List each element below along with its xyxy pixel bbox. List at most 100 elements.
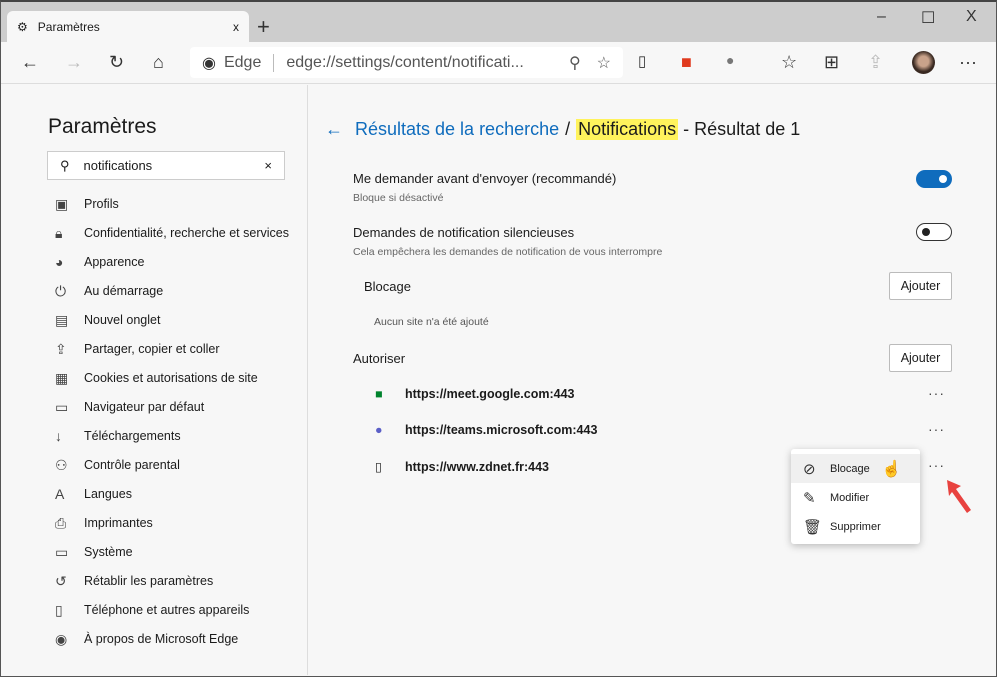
- pencil-icon: ✎: [803, 489, 816, 507]
- highlighted-term: Notifications: [576, 119, 679, 140]
- system-icon: ▭: [55, 544, 69, 560]
- collections-icon[interactable]: ⊞: [824, 52, 839, 73]
- share-icon[interactable]: ⇪: [868, 52, 883, 73]
- result-count: - Résultat de 1: [683, 119, 801, 139]
- back-arrow-icon[interactable]: ←: [325, 119, 343, 140]
- add-block-button[interactable]: Ajouter: [889, 272, 952, 300]
- sidebar-item[interactable]: ◕ Apparence: [55, 253, 295, 271]
- office-icon[interactable]: ■: [681, 52, 692, 73]
- back-icon[interactable]: ←: [21, 52, 39, 73]
- more-actions-button[interactable]: ···: [928, 421, 945, 437]
- address-bar[interactable]: ◉ Edge edge://settings/content/notificat…: [190, 47, 623, 78]
- refresh-icon[interactable]: ↻: [109, 52, 124, 73]
- sidebar-item-label: Langues: [84, 487, 132, 501]
- site-row: ▯ https://www.zdnet.fr:443: [375, 459, 549, 475]
- extension-icon[interactable]: ▯: [638, 52, 646, 70]
- more-actions-button[interactable]: ···: [928, 385, 945, 401]
- sidebar-item[interactable]: 🔒︎ Confidentialité, recherche et services: [55, 224, 295, 242]
- block-empty-text: Aucun site n'a été ajouté: [374, 316, 489, 328]
- sidebar-item[interactable]: ▭ Système: [55, 543, 295, 561]
- sidebar-item[interactable]: ⇪ Partager, copier et coller: [55, 340, 295, 358]
- lock-icon: 🔒︎: [55, 225, 63, 241]
- site-row: ■ https://meet.google.com:443: [375, 387, 574, 401]
- home-icon[interactable]: ⌂: [153, 52, 164, 73]
- file-icon: ▯: [375, 460, 382, 474]
- allow-heading: Autoriser: [353, 351, 406, 366]
- menu-label: Modifier: [830, 491, 870, 504]
- teams-icon: ●: [375, 423, 383, 437]
- sidebar-item[interactable]: ▯ Téléphone et autres appareils: [55, 601, 295, 619]
- reset-icon: ↺: [55, 573, 67, 589]
- new-tab-icon: ▤: [55, 312, 69, 328]
- sidebar-item[interactable]: ▣ Profils: [55, 195, 295, 213]
- sidebar-title: Paramètres: [48, 115, 157, 138]
- search-input[interactable]: ⚲ notifications ×: [47, 151, 285, 180]
- menu-item-delete[interactable]: 🗑︎ Supprimer: [791, 512, 920, 541]
- power-icon: ⏻: [55, 283, 67, 299]
- quiet-label: Demandes de notification silencieuses: [353, 225, 575, 240]
- sidebar-item[interactable]: ↺ Rétablir les paramètres: [55, 572, 295, 590]
- sidebar-item-label: Navigateur par défaut: [84, 400, 205, 414]
- menu-item-edit[interactable]: ✎ Modifier: [791, 483, 920, 512]
- printer-icon: ⎙: [55, 515, 67, 531]
- sidebar-item[interactable]: ⏻ Au démarrage: [55, 282, 295, 300]
- site-url: https://meet.google.com:443: [405, 387, 575, 401]
- browser-icon: ▭: [55, 399, 69, 415]
- sidebar-item-label: Système: [84, 545, 133, 559]
- favorites-icon[interactable]: ☆: [781, 52, 797, 73]
- sidebar-item[interactable]: A Langues: [55, 485, 295, 503]
- url-text[interactable]: edge://settings/content/notificati...: [286, 54, 569, 72]
- edge-icon: ◉: [202, 54, 216, 72]
- close-window-button[interactable]: X: [966, 8, 977, 26]
- menu-item-block[interactable]: ⊘ Blocage ☝: [791, 454, 920, 483]
- lightbulb-icon[interactable]: ●: [726, 52, 734, 68]
- tab-close-button[interactable]: x: [233, 20, 239, 34]
- new-tab-button[interactable]: +: [257, 14, 270, 40]
- cookies-icon: ▦: [55, 370, 69, 386]
- language-icon: A: [55, 486, 65, 502]
- browser-window: ⚙ Paramètres x + – ☐ X ← → ↻ ⌂ ◉ Edge ed…: [0, 0, 997, 677]
- sidebar-item[interactable]: ▦ Cookies et autorisations de site: [55, 369, 295, 387]
- search-value: notifications: [83, 158, 153, 173]
- edge-icon: ◉: [55, 631, 68, 647]
- sidebar-item[interactable]: ◉ À propos de Microsoft Edge: [55, 630, 295, 648]
- ask-setting: Me demander avant d'envoyer (recommandé)…: [353, 171, 616, 204]
- minimize-button[interactable]: –: [877, 8, 886, 26]
- family-icon: ⚇: [55, 457, 68, 473]
- sidebar-item-label: Apparence: [84, 255, 145, 269]
- sidebar-item[interactable]: ⎙ Imprimantes: [55, 514, 295, 532]
- favorite-star-icon[interactable]: ☆: [597, 53, 611, 73]
- breadcrumb: ← Résultats de la recherche / Notificati…: [325, 119, 800, 140]
- sidebar-item-label: Profils: [84, 197, 119, 211]
- sidebar-item-label: Contrôle parental: [84, 458, 180, 472]
- tab-title: Paramètres: [37, 19, 100, 34]
- forward-icon[interactable]: →: [65, 52, 83, 73]
- sidebar-item[interactable]: ▤ Nouvel onglet: [55, 311, 295, 329]
- avatar[interactable]: [912, 51, 935, 74]
- sidebar-item[interactable]: ▭ Navigateur par défaut: [55, 398, 295, 416]
- more-icon[interactable]: ···: [959, 52, 977, 73]
- palette-icon: ◕: [55, 254, 64, 270]
- zoom-icon[interactable]: ⚲: [569, 53, 581, 73]
- sidebar-item-label: Imprimantes: [84, 516, 153, 530]
- sidebar-item-label: Partager, copier et coller: [84, 342, 220, 356]
- add-allow-button[interactable]: Ajouter: [889, 344, 952, 372]
- menu-label: Blocage: [830, 462, 870, 475]
- breadcrumb-link[interactable]: Résultats de la recherche: [355, 119, 559, 140]
- tab-settings[interactable]: ⚙ Paramètres x: [7, 11, 249, 42]
- ask-desc: Bloque si désactivé: [353, 192, 444, 204]
- ask-toggle[interactable]: [916, 170, 952, 188]
- quiet-toggle[interactable]: [916, 223, 952, 241]
- sidebar-item[interactable]: ⚇ Contrôle parental: [55, 456, 295, 474]
- sidebar-nav: ▣ Profils 🔒︎ Confidentialité, recherche et …: [55, 195, 295, 659]
- download-icon: ↓: [55, 428, 62, 444]
- sidebar-item-label: Confidentialité, recherche et services: [84, 226, 289, 240]
- maximize-button[interactable]: ☐: [921, 8, 935, 28]
- main-content: ← Résultats de la recherche / Notificati…: [309, 85, 995, 675]
- sidebar-item-label: Rétablir les paramètres: [84, 574, 214, 588]
- more-actions-button[interactable]: ···: [928, 457, 945, 473]
- site-label: Edge: [223, 53, 262, 71]
- quiet-desc: Cela empêchera les demandes de notificat…: [353, 246, 663, 258]
- sidebar-item[interactable]: ↓ Téléchargements: [55, 427, 295, 445]
- clear-search-button[interactable]: ×: [264, 158, 272, 173]
